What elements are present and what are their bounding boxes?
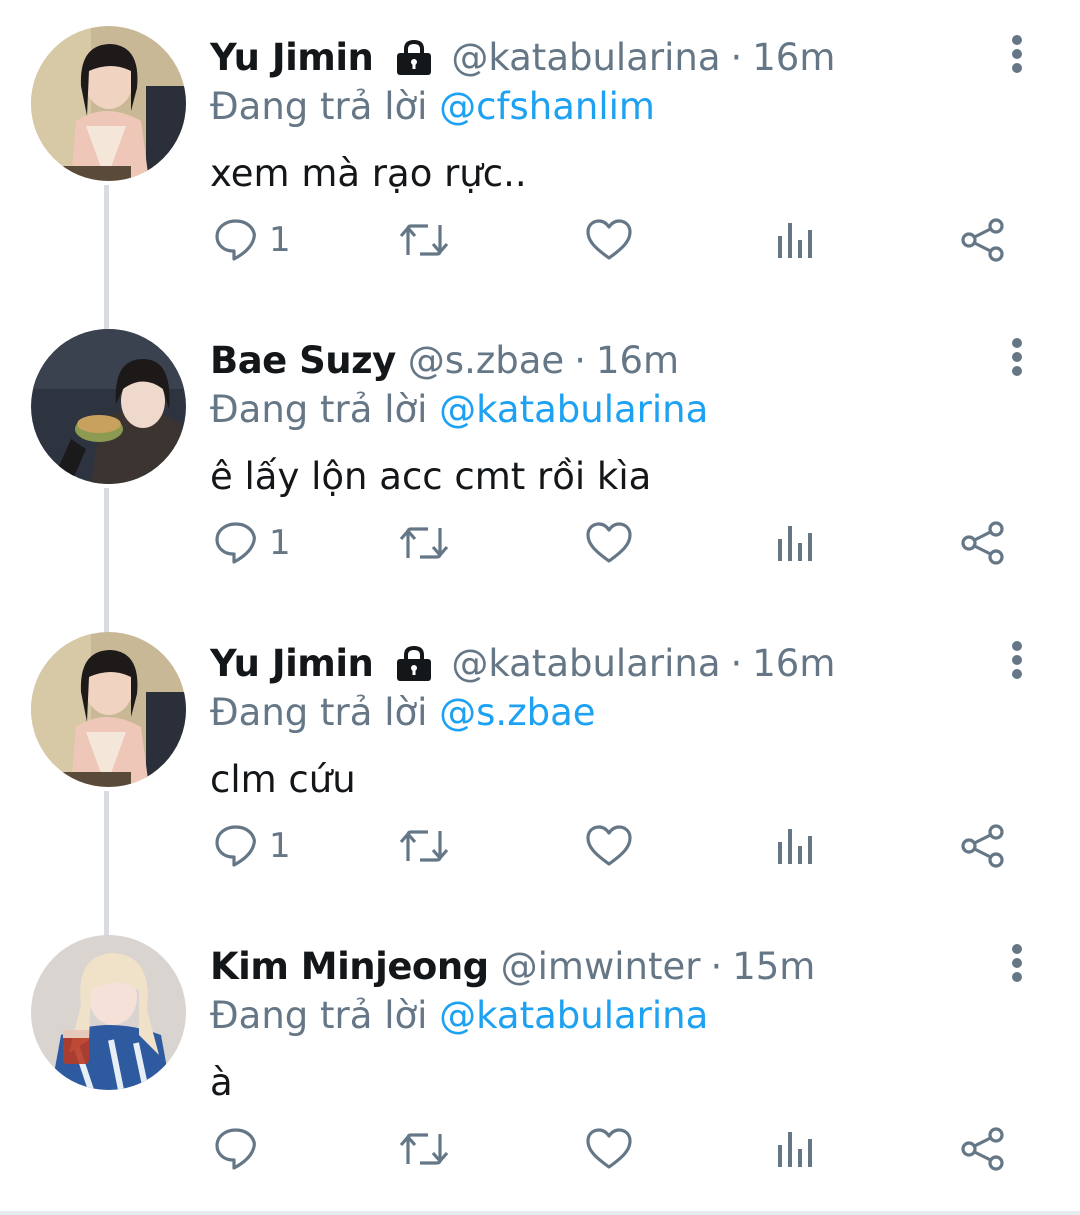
reply-button[interactable]: 1	[213, 814, 291, 878]
timestamp[interactable]: 16m	[752, 638, 835, 690]
separator-dot: ·	[710, 945, 723, 988]
reply-icon	[215, 522, 256, 564]
reply-to-link[interactable]: @katabularina	[439, 388, 708, 431]
like-button[interactable]	[585, 1117, 633, 1181]
display-name[interactable]: Bae Suzy	[210, 335, 396, 387]
tweet-actions: 1	[0, 208, 1080, 272]
reply-to-link[interactable]: @katabularina	[439, 994, 708, 1037]
replying-to: Đang trả lời @katabularina	[210, 991, 708, 1041]
reply-prefix: Đang trả lời	[210, 994, 440, 1037]
timestamp[interactable]: 16m	[596, 335, 679, 387]
tweet-actions: 1	[0, 814, 1080, 878]
user-handle[interactable]: @katabularina	[451, 32, 720, 84]
divider	[0, 1211, 1080, 1215]
tweet-text: clm cứu	[210, 758, 356, 801]
share-button[interactable]	[960, 208, 1006, 272]
avatar[interactable]	[31, 26, 186, 181]
reply-prefix: Đang trả lời	[210, 85, 440, 128]
more-vertical-icon[interactable]	[1002, 337, 1032, 377]
share-icon	[961, 1127, 1004, 1171]
reply-prefix: Đang trả lời	[210, 388, 440, 431]
tweet-text: à	[210, 1061, 233, 1104]
analytics-icon	[778, 1132, 812, 1167]
reply-button[interactable]: 1	[213, 208, 291, 272]
reply-count: 1	[269, 220, 291, 260]
tweet[interactable]: Yu Jimin @katabularina · 16m Đang trả lờ…	[0, 606, 1080, 909]
retweet-button[interactable]	[398, 1117, 450, 1181]
share-icon	[961, 521, 1004, 565]
retweet-icon	[399, 830, 449, 862]
avatar[interactable]	[31, 632, 186, 787]
analytics-icon	[778, 829, 812, 864]
reply-thread: Yu Jimin @katabularina · 16m Đang trả lờ…	[0, 0, 1080, 1215]
timestamp[interactable]: 15m	[732, 941, 815, 993]
display-name[interactable]: Yu Jimin	[210, 638, 374, 690]
like-button[interactable]	[585, 814, 633, 878]
more-vertical-icon[interactable]	[1002, 943, 1032, 983]
retweet-button[interactable]	[398, 511, 450, 575]
analytics-button[interactable]	[776, 511, 816, 575]
tweet-text: xem mà rạo rực..	[210, 152, 527, 195]
like-button[interactable]	[585, 208, 633, 272]
reply-button[interactable]	[213, 1117, 269, 1181]
tweet[interactable]: Kim Minjeong @imwinter · 15m Đang trả lờ…	[0, 909, 1080, 1212]
replying-to: Đang trả lời @katabularina	[210, 385, 708, 435]
display-name[interactable]: Kim Minjeong	[210, 941, 489, 993]
more-vertical-icon[interactable]	[1002, 640, 1032, 680]
user-handle[interactable]: @s.zbae	[408, 335, 564, 387]
share-button[interactable]	[960, 511, 1006, 575]
avatar[interactable]	[31, 935, 186, 1090]
analytics-icon	[778, 223, 812, 258]
reply-icon	[215, 219, 256, 261]
reply-button[interactable]: 1	[213, 511, 291, 575]
share-icon	[961, 218, 1004, 262]
tweet-actions	[0, 1117, 1080, 1181]
retweet-icon	[399, 224, 449, 256]
reply-to-link[interactable]: @s.zbae	[439, 691, 595, 734]
analytics-button[interactable]	[776, 1117, 816, 1181]
separator-dot: ·	[574, 339, 586, 382]
user-handle[interactable]: @imwinter	[501, 941, 701, 993]
replying-to: Đang trả lời @s.zbae	[210, 688, 596, 738]
avatar[interactable]	[31, 329, 186, 484]
tweet-header: Kim Minjeong @imwinter · 15m	[210, 941, 815, 993]
lock-icon	[394, 40, 434, 76]
reply-count: 1	[269, 826, 291, 866]
tweet[interactable]: Bae Suzy @s.zbae · 16m Đang trả lời @kat…	[0, 303, 1080, 606]
heart-icon	[586, 825, 632, 866]
heart-icon	[586, 522, 632, 563]
retweet-icon	[399, 527, 449, 559]
retweet-button[interactable]	[398, 814, 450, 878]
replying-to: Đang trả lời @cfshanlim	[210, 82, 655, 132]
retweet-button[interactable]	[398, 208, 450, 272]
analytics-button[interactable]	[776, 208, 816, 272]
reply-prefix: Đang trả lời	[210, 691, 440, 734]
tweet-header: Bae Suzy @s.zbae · 16m	[210, 335, 679, 387]
share-button[interactable]	[960, 1117, 1006, 1181]
share-button[interactable]	[960, 814, 1006, 878]
analytics-icon	[778, 526, 812, 561]
separator-dot: ·	[730, 36, 743, 79]
heart-icon	[586, 1128, 632, 1169]
tweet-header: Yu Jimin @katabularina · 16m	[210, 638, 835, 690]
reply-to-link[interactable]: @cfshanlim	[439, 85, 655, 128]
timestamp[interactable]: 16m	[752, 32, 835, 84]
reply-icon	[215, 825, 256, 867]
user-handle[interactable]: @katabularina	[451, 638, 720, 690]
heart-icon	[586, 219, 632, 260]
reply-icon	[215, 1128, 256, 1170]
like-button[interactable]	[585, 511, 633, 575]
separator-dot: ·	[730, 642, 743, 685]
reply-count: 1	[269, 523, 291, 563]
display-name[interactable]: Yu Jimin	[210, 32, 374, 84]
share-icon	[961, 824, 1004, 868]
tweet-actions: 1	[0, 511, 1080, 575]
more-vertical-icon[interactable]	[1002, 34, 1032, 74]
analytics-button[interactable]	[776, 814, 816, 878]
tweet-header: Yu Jimin @katabularina · 16m	[210, 32, 835, 84]
tweet-text: ê lấy lộn acc cmt rồi kìa	[210, 455, 652, 498]
retweet-icon	[399, 1133, 449, 1165]
lock-icon	[394, 646, 434, 682]
tweet[interactable]: Yu Jimin @katabularina · 16m Đang trả lờ…	[0, 0, 1080, 303]
